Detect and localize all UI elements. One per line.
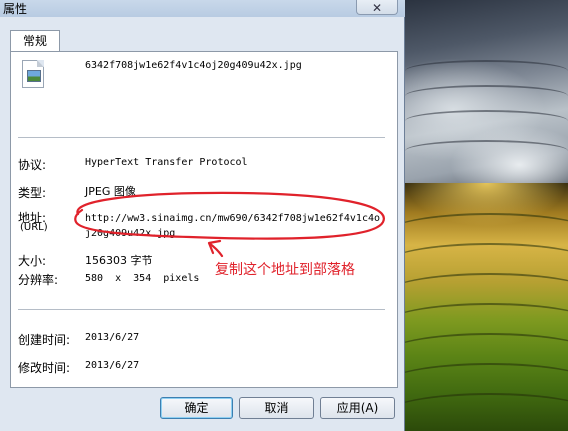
annotation-arrow [207,239,224,258]
url-highlight-circle [74,191,385,240]
annotation-note: 复制这个地址到部落格 [215,262,355,278]
annotation-overlay [74,191,385,258]
